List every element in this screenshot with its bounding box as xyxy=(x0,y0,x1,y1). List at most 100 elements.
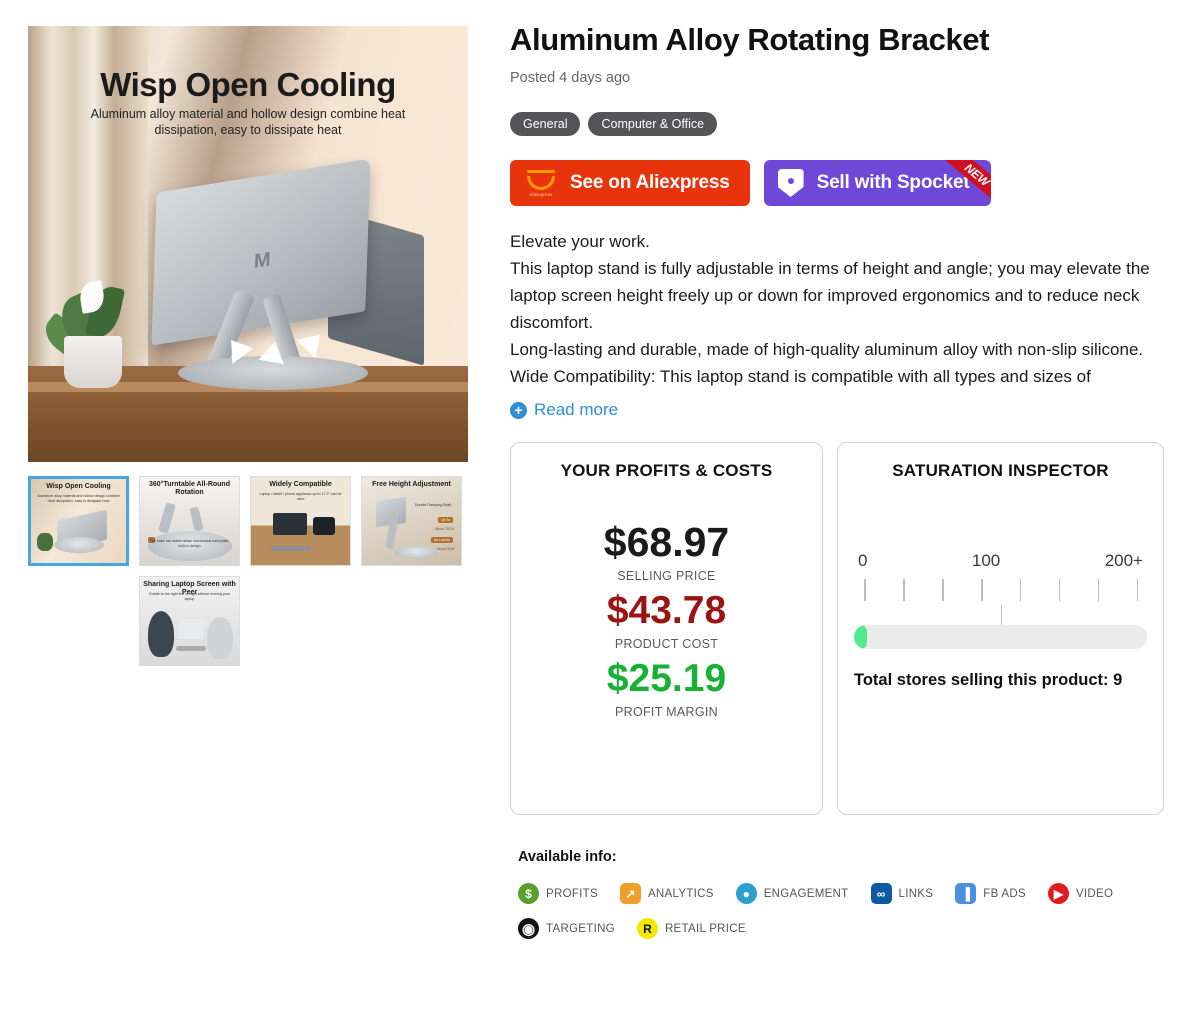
available-info-label: PROFITS xyxy=(546,887,598,900)
thumb-badge: Up To xyxy=(438,517,453,523)
aliexpress-smile-decor xyxy=(527,175,555,190)
hero-subtitle: Aluminum alloy material and hollow desig… xyxy=(90,107,406,137)
saturation-tick-marks xyxy=(854,579,1147,627)
available-info-item[interactable]: ● ENGAGEMENT xyxy=(735,883,849,904)
available-info-section: Available info: $ PROFITS ↗ ANALYTICS ● ENGAG… xyxy=(510,849,1180,939)
thumbnail-5[interactable]: Sharing Laptop Screen with Peer Rotate t… xyxy=(139,576,240,666)
target-icon: ◉ xyxy=(518,918,539,939)
profit-margin-value: $25.19 xyxy=(606,656,727,700)
aliexpress-bar-decor xyxy=(527,169,555,173)
thumbnail-subcaption: Double Damping Shaft xyxy=(414,503,452,507)
available-info-title: Available info: xyxy=(518,849,617,865)
available-info-item[interactable]: ∞ LINKS xyxy=(870,883,934,904)
thumb-stand-decor xyxy=(271,546,311,551)
available-info-label: TARGETING xyxy=(546,922,615,935)
selling-price-label: SELLING PRICE xyxy=(617,569,716,584)
thumb-laptop-decor xyxy=(273,513,307,535)
available-info-label: LINKS xyxy=(898,887,934,900)
available-info-item[interactable]: ◉ TARGETING xyxy=(518,918,615,939)
thumbnail-2[interactable]: 360°Turntable All-Round Rotation The bas… xyxy=(139,476,240,566)
saturation-progress-fill xyxy=(854,625,868,649)
available-info-item[interactable]: ▐ FB ADS xyxy=(955,883,1026,904)
tag-general[interactable]: General xyxy=(510,112,581,136)
retail-price-icon: R xyxy=(636,918,658,939)
thumbnail-caption: 360°Turntable All-Round Rotation xyxy=(149,481,230,496)
plus-circle-icon: + xyxy=(510,401,527,419)
thumbnail-caption: Free Height Adjustment xyxy=(372,481,451,488)
thumb-base-decor xyxy=(394,546,438,559)
thumbnail-subcaption: Laptop / tablet / phone appliance up to … xyxy=(259,492,342,501)
person-icon: ● xyxy=(735,883,757,904)
see-on-aliexpress-button[interactable]: AliExpress See on Aliexpress xyxy=(510,160,750,206)
laptop-brand-logo: M xyxy=(253,248,271,274)
thumb-badge: About 29CM xyxy=(435,527,454,531)
saturation-marker-tick xyxy=(1000,605,1002,627)
plant-pot-decor xyxy=(64,336,122,388)
thumb-plant-decor xyxy=(37,533,53,551)
product-cost-label: PRODUCT COST xyxy=(614,636,719,651)
rotation-arrow-icon xyxy=(296,325,330,359)
spocket-button-label: Sell with Spocket xyxy=(816,172,970,193)
thumbnail-caption: Widely Compatible xyxy=(269,481,332,488)
available-info-label: ENGAGEMENT xyxy=(763,887,849,900)
description-line-1: Elevate your work. xyxy=(510,232,650,251)
available-info-item[interactable]: ▶ VIDEO xyxy=(1047,883,1113,904)
aliexpress-logo-icon: AliExpress xyxy=(524,169,558,197)
aliexpress-button-label: See on Aliexpress xyxy=(570,172,730,193)
thumbnail-3[interactable]: Widely Compatible Laptop / tablet / phon… xyxy=(250,476,351,566)
saturation-body: 0 100 200+ Total stores selling this pro… xyxy=(854,551,1147,690)
description-line-4: Wide Compatibility: This laptop stand is… xyxy=(510,367,1091,386)
product-description: Elevate your work. This laptop stand is … xyxy=(510,228,1180,390)
hero-title: Wisp Open Cooling xyxy=(100,66,396,103)
selling-price-value: $68.97 xyxy=(603,519,730,565)
saturation-progress-bar[interactable] xyxy=(854,625,1147,649)
tag-computer-office[interactable]: Computer & Office xyxy=(588,112,718,136)
available-info-label: ANALYTICS xyxy=(647,887,714,900)
scale-min-label: 0 xyxy=(858,551,868,570)
product-cost-value: $43.78 xyxy=(606,589,727,633)
saturation-tick xyxy=(1136,579,1139,601)
chart-line-icon: ↗ xyxy=(619,883,641,904)
thumbnail-subcaption: Rotate to the right line of sight withou… xyxy=(149,592,230,601)
thumb-badge: As Low As xyxy=(431,537,453,543)
thumbnail-4[interactable]: Up To About 29CM As Low As About 3CM Fre… xyxy=(361,476,462,566)
thumb-badge: About 3CM xyxy=(437,547,454,551)
available-info-label: FB ADS xyxy=(983,887,1026,900)
saturation-tick xyxy=(981,579,983,601)
saturation-tick xyxy=(942,579,944,601)
saturation-card-title: SATURATION INSPECTOR xyxy=(892,461,1109,480)
stats-card-row: YOUR PROFITS & COSTS $68.97 SELLING PRIC… xyxy=(510,442,1180,815)
thumb-tablet-decor xyxy=(313,517,335,535)
available-info-rows: $ PROFITS ↗ ANALYTICS ● ENGAGEMENT ∞ LINKS ▐ FB A… xyxy=(518,883,1180,939)
saturation-tick xyxy=(1019,579,1022,601)
thumbnail-1[interactable]: Wisp Open Cooling Aluminum alloy materia… xyxy=(28,476,129,566)
thumb-base-decor xyxy=(53,537,104,553)
thumbnail-subcaption: Aluminum alloy material and hollow desig… xyxy=(37,494,120,503)
spocket-dot-decor xyxy=(787,178,794,184)
scale-mid-label: 100 xyxy=(971,551,1001,570)
aliexpress-wordmark: AliExpress xyxy=(529,191,553,197)
read-more-label: Read more xyxy=(534,400,619,419)
available-info-item[interactable]: ↗ ANALYTICS xyxy=(619,883,714,904)
profit-metrics: $68.97 SELLING PRICE $43.78 PRODUCT COST… xyxy=(527,519,806,719)
profit-margin-label: PROFIT MARGIN xyxy=(615,704,718,719)
thumb-person-decor xyxy=(148,611,174,657)
available-info-item[interactable]: $ PROFITS xyxy=(518,883,598,904)
available-info-label: RETAIL PRICE xyxy=(664,922,746,935)
cta-button-row: AliExpress See on Aliexpress Sell with S… xyxy=(510,160,1180,206)
page-title: Aluminum Alloy Rotating Bracket xyxy=(510,22,990,57)
thumbnail-caption: Wisp Open Cooling xyxy=(46,483,111,490)
available-info-row: $ PROFITS ↗ ANALYTICS ● ENGAGEMENT ∞ LINKS ▐ FB A… xyxy=(518,883,1180,904)
thumbnail-subcaption: The base can stable adapt mechanical har… xyxy=(149,539,230,548)
profits-card-title: YOUR PROFITS & COSTS xyxy=(560,461,773,480)
dollar-icon: $ xyxy=(518,883,539,904)
hero-product-image[interactable]: M Wisp Open Cooling Aluminum alloy mater… xyxy=(28,26,468,462)
spocket-shield-icon xyxy=(777,169,804,197)
link-icon: ∞ xyxy=(870,883,892,904)
saturation-tick xyxy=(903,579,905,601)
read-more-link[interactable]: + Read more xyxy=(510,400,1180,420)
thumb-person-decor xyxy=(207,617,233,659)
sell-with-spocket-button[interactable]: Sell with Spocket NEW xyxy=(763,160,992,206)
thumb-stand-decor xyxy=(176,646,206,651)
available-info-item[interactable]: R RETAIL PRICE xyxy=(636,918,746,939)
